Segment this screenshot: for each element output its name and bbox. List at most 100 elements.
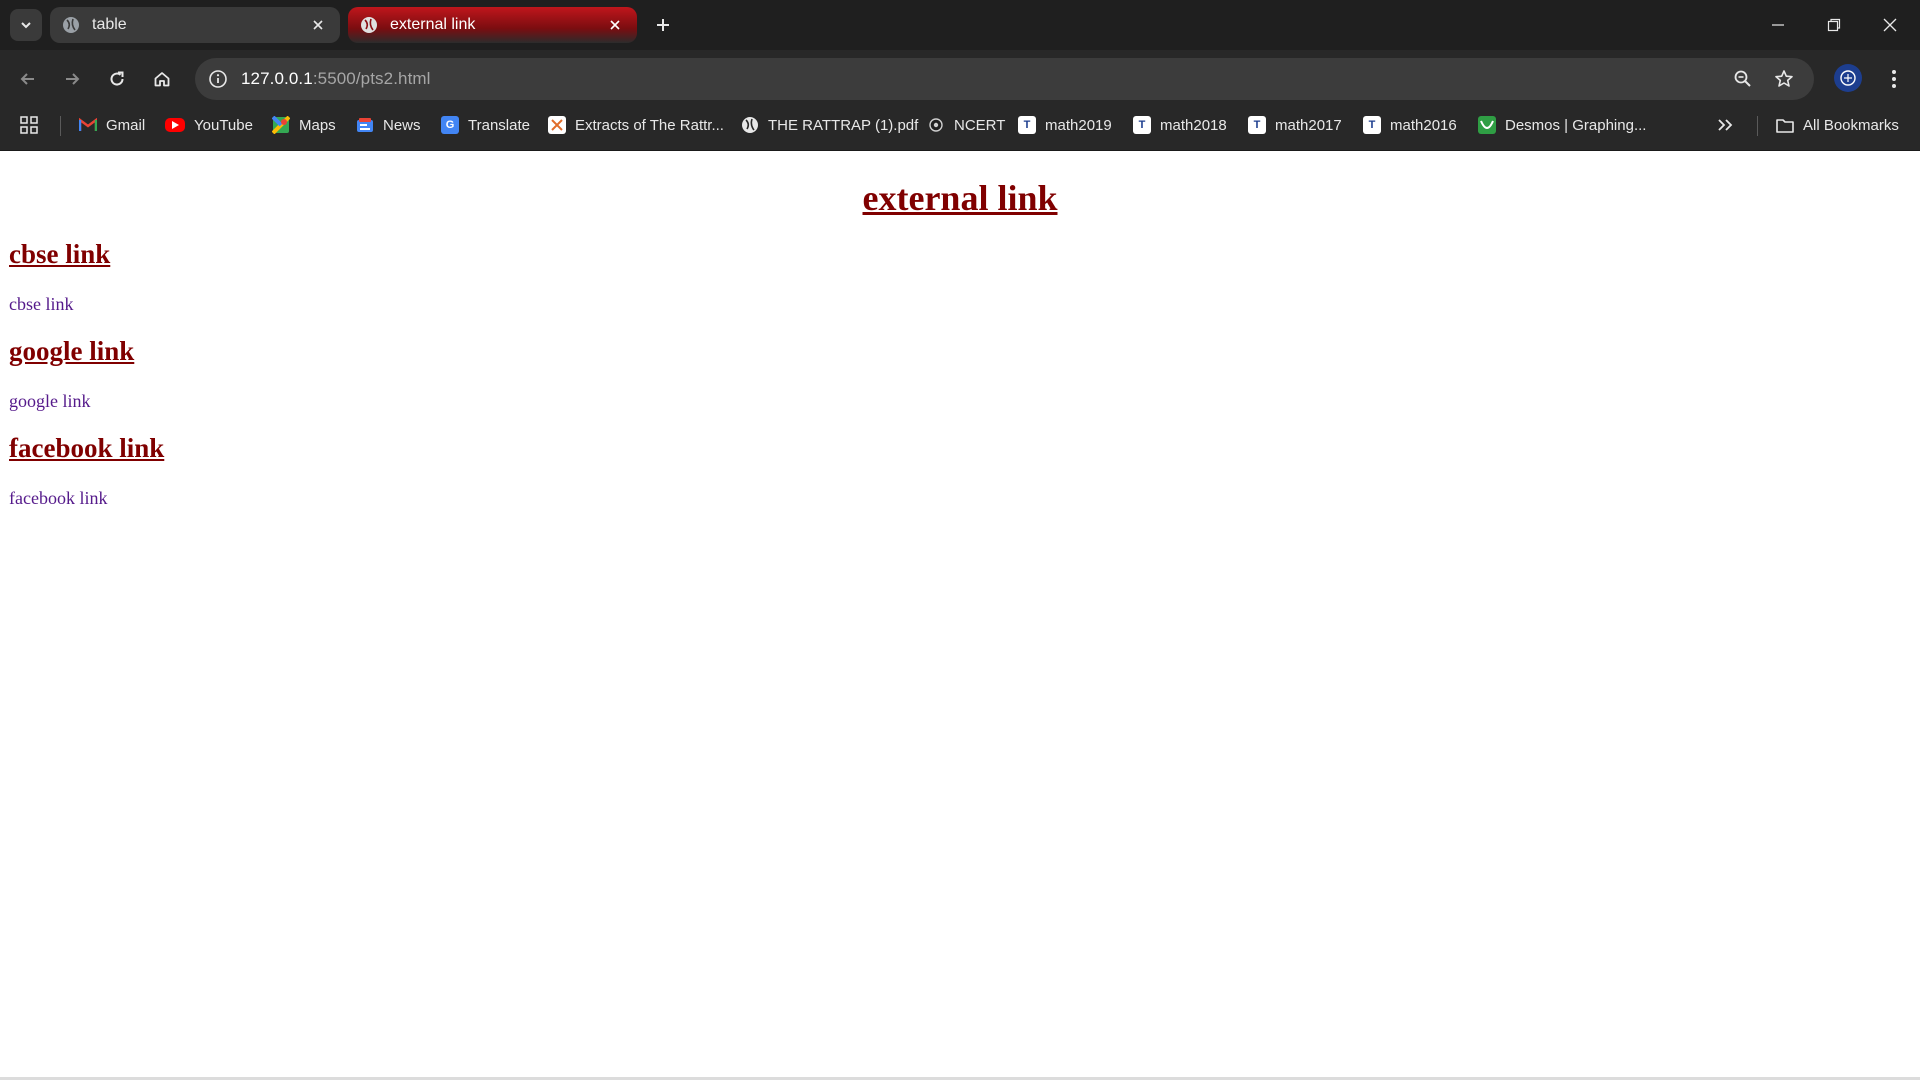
bookmark-rattrap-pdf[interactable]: THE RATTRAP (1).pdf bbox=[741, 108, 918, 142]
browser-menu-button[interactable] bbox=[1878, 63, 1910, 95]
section-heading-google: google link bbox=[9, 336, 134, 367]
all-bookmarks-label: All Bookmarks bbox=[1803, 116, 1899, 134]
section-heading-facebook: facebook link bbox=[9, 433, 164, 464]
home-button[interactable] bbox=[146, 63, 178, 95]
globe-icon bbox=[741, 116, 759, 134]
bookmark-label: THE RATTRAP (1).pdf bbox=[768, 116, 919, 134]
minimize-button[interactable] bbox=[1750, 0, 1806, 50]
bookmark-gmail[interactable]: Gmail bbox=[79, 108, 145, 142]
bookmark-label: math2018 bbox=[1160, 116, 1227, 134]
home-icon bbox=[154, 72, 170, 87]
new-tab-button[interactable] bbox=[648, 10, 678, 40]
bookmark-label: News bbox=[383, 116, 421, 134]
arrow-right-icon bbox=[66, 73, 80, 85]
bookmarks-bar: Gmail YouTube Maps News G Translate Extr… bbox=[0, 108, 1920, 151]
tab-external-link[interactable]: external link bbox=[348, 7, 637, 43]
youtube-icon bbox=[165, 118, 185, 132]
all-bookmarks-button[interactable]: All Bookmarks bbox=[1776, 108, 1899, 142]
facebook-heading-link[interactable]: facebook link bbox=[9, 433, 164, 463]
tab-table[interactable]: table bbox=[50, 7, 340, 43]
site-info-icon[interactable] bbox=[197, 58, 239, 100]
maps-icon bbox=[272, 116, 290, 134]
close-icon bbox=[1883, 18, 1897, 32]
page-title: external link bbox=[0, 177, 1920, 219]
bookmark-math2019[interactable]: T math2019 bbox=[1018, 108, 1112, 142]
forward-button[interactable] bbox=[56, 63, 88, 95]
bookmark-label: Extracts of The Rattr... bbox=[575, 116, 724, 134]
bookmark-label: Translate bbox=[468, 116, 530, 134]
section-text-google[interactable]: google link bbox=[9, 391, 91, 412]
zoom-icon[interactable] bbox=[1727, 63, 1759, 95]
bookmark-ncert[interactable]: NCERT bbox=[927, 108, 1005, 142]
chevron-double-right-icon bbox=[1718, 119, 1733, 131]
star-icon[interactable] bbox=[1768, 63, 1800, 95]
bookmark-news[interactable]: News bbox=[356, 108, 421, 142]
bookmark-youtube[interactable]: YouTube bbox=[165, 108, 253, 142]
close-window-button[interactable] bbox=[1862, 0, 1918, 50]
globe-icon bbox=[360, 16, 378, 34]
translate-icon: G bbox=[441, 116, 459, 134]
news-icon bbox=[356, 116, 374, 134]
page-title-link[interactable]: external link bbox=[863, 178, 1058, 218]
minimize-icon bbox=[1772, 24, 1784, 26]
url-text[interactable]: 127.0.0.1:5500/pts2.html bbox=[241, 69, 431, 89]
bookmark-label: Desmos | Graphing... bbox=[1505, 116, 1647, 134]
arrow-left-icon bbox=[20, 73, 34, 85]
gmail-icon bbox=[79, 116, 97, 134]
plus-icon bbox=[657, 19, 669, 31]
tab-title: table bbox=[92, 16, 127, 33]
page-content: external link cbse link cbse link google… bbox=[0, 151, 1920, 1080]
bookmark-maps[interactable]: Maps bbox=[272, 108, 336, 142]
reload-icon bbox=[110, 71, 124, 86]
bookmark-translate[interactable]: G Translate bbox=[441, 108, 530, 142]
bookmark-label: YouTube bbox=[194, 116, 253, 134]
bookmarks-divider bbox=[60, 116, 61, 136]
bookmarks-divider bbox=[1757, 116, 1758, 136]
google-heading-link[interactable]: google link bbox=[9, 336, 134, 366]
toolbar: 127.0.0.1:5500/pts2.html bbox=[0, 50, 1920, 108]
bookmark-label: Maps bbox=[299, 116, 336, 134]
bookmark-extracts-rattrap[interactable]: Extracts of The Rattr... bbox=[548, 108, 724, 142]
tab-search-button[interactable] bbox=[10, 9, 42, 41]
reload-button[interactable] bbox=[101, 63, 133, 95]
apps-button[interactable] bbox=[20, 108, 38, 142]
bookmark-page-icon: T bbox=[1018, 116, 1036, 134]
section-text-facebook[interactable]: facebook link bbox=[9, 488, 107, 509]
cbse-heading-link[interactable]: cbse link bbox=[9, 239, 110, 269]
section-text-cbse[interactable]: cbse link bbox=[9, 294, 74, 315]
more-bookmarks-button[interactable] bbox=[1717, 108, 1733, 142]
bookmark-label: math2016 bbox=[1390, 116, 1457, 134]
desmos-icon bbox=[1478, 116, 1496, 134]
tab-strip: table external link bbox=[0, 0, 1920, 50]
bookmark-page-icon: T bbox=[1363, 116, 1381, 134]
address-bar[interactable]: 127.0.0.1:5500/pts2.html bbox=[195, 58, 1814, 100]
bookmark-page-icon: T bbox=[1133, 116, 1151, 134]
bookmark-label: NCERT bbox=[954, 116, 1006, 134]
avatar-icon bbox=[1840, 70, 1856, 86]
bookmark-math2018[interactable]: T math2018 bbox=[1133, 108, 1227, 142]
restore-icon bbox=[1827, 18, 1841, 32]
document-icon bbox=[548, 116, 566, 134]
restore-button[interactable] bbox=[1806, 0, 1862, 50]
url-host: 127.0.0.1 bbox=[241, 69, 313, 88]
close-icon[interactable] bbox=[308, 15, 328, 35]
tab-title: external link bbox=[390, 16, 476, 33]
globe-icon bbox=[62, 16, 80, 34]
bookmark-page-icon: T bbox=[1248, 116, 1266, 134]
bookmark-desmos[interactable]: Desmos | Graphing... bbox=[1478, 108, 1646, 142]
bookmark-label: math2017 bbox=[1275, 116, 1342, 134]
bookmark-math2017[interactable]: T math2017 bbox=[1248, 108, 1342, 142]
section-heading-cbse: cbse link bbox=[9, 239, 110, 270]
ncert-icon bbox=[927, 116, 945, 134]
apps-grid-icon bbox=[20, 116, 38, 134]
back-button[interactable] bbox=[12, 63, 44, 95]
bookmark-label: Gmail bbox=[106, 116, 146, 134]
kebab-menu-icon bbox=[1892, 70, 1896, 88]
bookmark-label: math2019 bbox=[1045, 116, 1112, 134]
close-icon[interactable] bbox=[605, 15, 625, 35]
folder-icon bbox=[1776, 116, 1794, 134]
bookmark-math2016[interactable]: T math2016 bbox=[1363, 108, 1457, 142]
url-path: :5500/pts2.html bbox=[312, 69, 431, 88]
chevron-down-icon bbox=[21, 22, 31, 29]
profile-avatar[interactable] bbox=[1834, 64, 1862, 92]
